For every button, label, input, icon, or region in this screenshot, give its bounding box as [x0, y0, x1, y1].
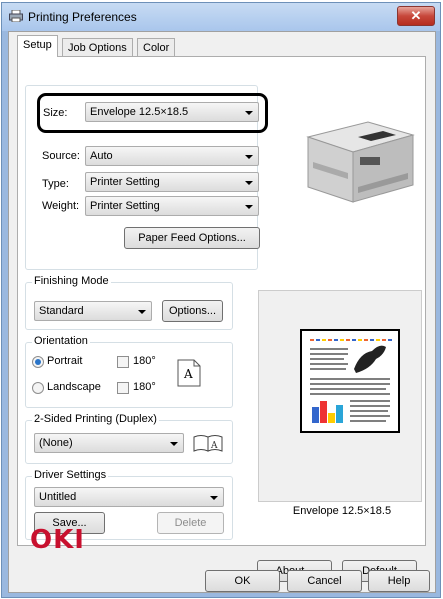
help-button[interactable]: Help — [368, 570, 430, 592]
finishing-options-button[interactable]: Options... — [162, 300, 223, 322]
source-select[interactable]: Auto — [85, 146, 259, 166]
title-bar[interactable]: Printing Preferences ✕ — [2, 3, 440, 31]
oki-logo: OKI — [30, 525, 85, 555]
chevron-down-icon — [210, 496, 218, 500]
orientation-label: Orientation — [32, 335, 90, 347]
printing-preferences-window: Printing Preferences ✕ Setup Job Options… — [1, 2, 441, 598]
close-button[interactable]: ✕ — [397, 6, 435, 26]
driver-settings-label: Driver Settings — [32, 469, 109, 481]
type-select[interactable]: Printer Setting — [85, 172, 259, 192]
printer-image — [306, 121, 415, 203]
page-preview-pane — [258, 290, 422, 502]
chevron-down-icon — [138, 310, 146, 314]
delete-settings-button[interactable]: Delete — [157, 512, 224, 534]
driver-settings-value: Untitled — [39, 491, 77, 503]
tab-setup[interactable]: Setup — [17, 35, 58, 57]
finishing-mode-value: Standard — [39, 305, 84, 317]
svg-text:A: A — [210, 441, 218, 451]
landscape-label: Landscape — [47, 381, 101, 393]
portrait-label: Portrait — [47, 355, 83, 367]
orientation-page-icon: A — [177, 359, 201, 387]
finishing-mode-select[interactable]: Standard — [34, 301, 152, 321]
finishing-mode-label: Finishing Mode — [32, 275, 111, 287]
size-value: Envelope 12.5×18.5 — [90, 106, 189, 118]
chevron-down-icon — [245, 155, 253, 159]
duplex-book-icon: A — [193, 435, 223, 452]
duplex-value: (None) — [39, 437, 73, 449]
weight-value: Printer Setting — [90, 200, 160, 212]
ok-button[interactable]: OK — [205, 570, 280, 592]
size-label: Size: — [43, 107, 68, 119]
rotate-180-landscape-checkbox[interactable] — [117, 382, 129, 394]
duplex-select[interactable]: (None) — [34, 433, 184, 453]
landscape-radio[interactable] — [32, 382, 44, 394]
rotate-180-portrait-label: 180° — [133, 355, 156, 367]
duplex-label: 2-Sided Printing (Duplex) — [32, 413, 159, 425]
window-title: Printing Preferences — [28, 10, 137, 24]
setup-tab-panel: Size: Envelope 12.5×18.5 Source: Auto Ty… — [17, 56, 426, 582]
chevron-down-icon — [170, 442, 178, 446]
source-label: Source: — [42, 150, 80, 162]
type-value: Printer Setting — [90, 176, 160, 188]
cancel-button[interactable]: Cancel — [287, 570, 362, 592]
type-label: Type: — [42, 178, 69, 190]
portrait-radio[interactable] — [32, 356, 44, 368]
chevron-down-icon — [245, 181, 253, 185]
tab-job-options[interactable]: Job Options — [62, 38, 133, 56]
paper-feed-options-button[interactable]: Paper Feed Options... — [124, 227, 260, 249]
chevron-down-icon — [245, 205, 253, 209]
source-value: Auto — [90, 150, 113, 162]
weight-select[interactable]: Printer Setting — [85, 196, 259, 216]
printer-icon — [9, 10, 23, 22]
rotate-180-portrait-checkbox[interactable] — [117, 356, 129, 368]
rotate-180-landscape-label: 180° — [133, 381, 156, 393]
dialog-client-area: Setup Job Options Color Size: Envelope 1… — [8, 31, 436, 593]
weight-label: Weight: — [42, 200, 80, 212]
size-select[interactable]: Envelope 12.5×18.5 — [85, 102, 259, 122]
orientation-glyph: A — [184, 367, 193, 381]
preview-caption: Envelope 12.5×18.5 — [292, 505, 392, 517]
chevron-down-icon — [245, 111, 253, 115]
tab-color[interactable]: Color — [137, 38, 176, 56]
orientation-group: Orientation — [25, 335, 233, 408]
envelope-preview-icon — [300, 329, 400, 433]
driver-settings-select[interactable]: Untitled — [34, 487, 224, 507]
